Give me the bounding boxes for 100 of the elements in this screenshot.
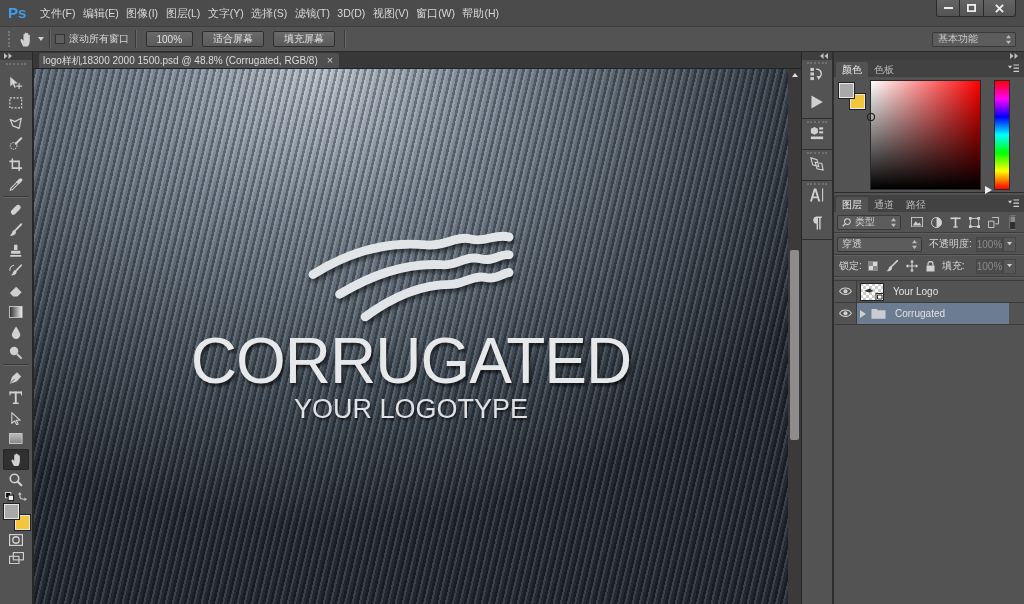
minimize-button[interactable] [936,0,960,17]
menu-item[interactable]: 视图(V) [372,6,409,20]
layer-name: Corrugated [895,308,946,319]
hand-icon[interactable] [20,31,31,47]
brush-icon[interactable] [885,260,898,272]
updown-caret-icon [1006,34,1011,44]
history-brush-icon [9,264,23,278]
skewed-squares-icon[interactable] [810,157,824,171]
caret-icon[interactable] [37,37,44,41]
panel-tab[interactable]: 色板 [868,62,900,77]
logo-title: CORRUGATED [190,328,632,394]
cube-sliders-icon[interactable] [810,126,824,140]
transform-frame-icon[interactable] [969,216,980,228]
scroll-up-icon[interactable] [791,73,798,77]
menu-item[interactable]: 文件(F) [40,6,76,20]
history-icon[interactable] [810,67,824,81]
close-icon [995,3,1004,13]
menu-item[interactable]: 图层(L) [165,6,201,20]
updown-caret-icon [891,217,896,227]
menu-item[interactable]: 窗口(W) [416,6,456,20]
move-arrows-icon[interactable] [905,260,918,272]
foreground-swatch[interactable] [4,504,19,519]
eye-icon[interactable] [838,309,852,318]
layer-row[interactable]: Corrugated [857,303,1009,324]
eye-icon[interactable] [838,287,852,296]
play-icon[interactable] [810,95,824,109]
default-colors-icon[interactable] [5,491,14,501]
checkbox[interactable] [54,34,65,44]
blend-mode-dropdown[interactable]: 穿透 [837,236,922,252]
checkerboard-icon[interactable] [867,261,878,271]
maximize-button[interactable] [959,0,984,17]
document-tab[interactable]: logo样机18300 2000 1500.psd @ 48.8% (Corrugated, RGB/8) × [39,53,340,68]
paragraph-icon[interactable] [811,216,823,230]
opacity-dropdown-button[interactable] [1003,236,1016,252]
menu-item[interactable]: 选择(S) [251,6,288,20]
panel-menu-icon[interactable] [1008,199,1019,208]
folder-icon [871,307,886,320]
hue-slider[interactable] [985,80,1010,194]
rectangle-icon [9,433,23,445]
caret-icon [1007,264,1012,268]
dashed-rectangle-icon [9,96,23,109]
hand-icon [11,452,21,466]
double-chevron-left-icon[interactable] [820,53,828,59]
zoom-preset-button[interactable]: 填充屏幕 [273,31,336,47]
vertical-scrollbar[interactable] [788,69,801,604]
crop-icon [9,157,23,171]
filter-dropdown[interactable]: 类型 [837,214,901,230]
type-filter-icon[interactable] [950,216,961,228]
menu-item[interactable]: 图像(I) [126,6,159,20]
logo-subtitle: YOUR LOGOTYPE [293,394,529,424]
gradient-square-icon [9,305,23,318]
move-arrow-icon [9,75,23,89]
panel-tab[interactable]: 颜色 [836,62,868,77]
half-circle-icon[interactable] [931,216,942,228]
workspace-dropdown[interactable]: 基本功能 [932,31,1016,47]
filter-toggle[interactable] [1008,214,1016,230]
character-icon[interactable] [810,188,824,202]
fill-label: 填充: [941,259,965,273]
panel-tab[interactable]: 图层 [836,197,868,212]
panel-tab[interactable]: 通道 [868,197,900,212]
stacked-pages-icon[interactable] [988,216,999,228]
screen-mode-icon[interactable] [8,552,24,565]
double-chevron-right-icon[interactable] [4,53,12,59]
panel-menu-icon[interactable] [1008,64,1019,73]
tool-button[interactable] [3,449,29,470]
foreground-swatch[interactable] [839,83,854,98]
disclosure-triangle-icon[interactable] [860,309,866,318]
fill-dropdown-button[interactable] [1003,258,1016,274]
stamp-icon [9,243,23,257]
menu-item[interactable]: 编辑(E) [82,6,119,20]
caret-icon [1007,242,1012,246]
zoom-preset-button[interactable]: 100% [145,31,194,47]
quick-mask-icon[interactable] [9,534,23,546]
opacity-label: 不透明度: [929,237,972,251]
brush-icon [9,223,23,237]
minimize-icon [943,6,953,10]
search-icon [842,217,851,227]
color-field[interactable] [870,80,981,190]
eraser-icon [9,285,23,298]
double-chevron-right-icon[interactable] [1010,53,1018,59]
menu-item[interactable]: 滤镜(T) [294,6,330,20]
panel-tab[interactable]: 路径 [900,197,932,212]
selection-brush-icon [9,137,23,151]
scrollbar-thumb[interactable] [790,250,799,440]
maximize-icon [967,3,976,13]
app-logo: Ps [8,4,26,22]
layer-row[interactable]: Your Logo [857,281,1009,302]
menu-item[interactable]: 帮助(H) [462,6,499,20]
type-tool-icon [9,391,23,405]
swap-arrows-icon[interactable] [18,491,27,501]
checkbox-label[interactable]: 滚动所有窗口 [68,32,129,46]
image-filter-icon[interactable] [911,216,923,228]
close-tab-button[interactable]: × [326,55,334,66]
eyedropper-icon [9,178,23,192]
close-button[interactable] [983,0,1016,17]
slider-marker-icon[interactable] [985,186,992,194]
padlock-icon[interactable] [925,260,935,272]
zoom-preset-button[interactable]: 适合屏幕 [202,31,265,47]
menu-item[interactable]: 3D(D) [337,6,366,20]
menu-item[interactable]: 文字(Y) [207,6,244,20]
